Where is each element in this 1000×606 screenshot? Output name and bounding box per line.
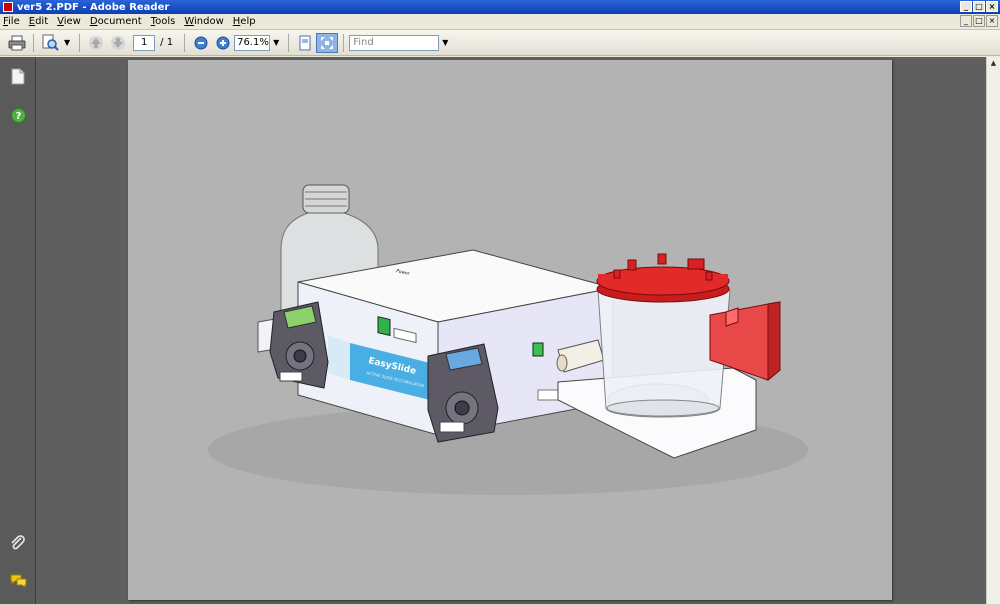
zoom-in-icon: [216, 36, 230, 49]
adobe-reader-icon: [3, 2, 13, 12]
page-number-input[interactable]: 1: [133, 34, 156, 51]
toolbar-separator: [343, 33, 345, 52]
toolbar: ▼ 1 / 1 76.1% ▼ Find ▼: [0, 30, 1000, 56]
title-bar: ver5 2.PDF - Adobe Reader _ □ ×: [0, 0, 1000, 14]
find-input[interactable]: Find: [349, 34, 440, 51]
right-peristaltic-pump: [427, 343, 499, 443]
menu-window[interactable]: Window: [184, 16, 223, 27]
search-document-icon: [42, 34, 59, 51]
vertical-scrollbar[interactable]: ▲: [986, 57, 1000, 604]
navigation-pane: ?: [0, 57, 36, 606]
fit-page-button[interactable]: [294, 33, 316, 53]
zoom-level-input[interactable]: 76.1%: [234, 34, 271, 51]
doc-close-button[interactable]: ×: [986, 15, 998, 27]
pages-icon: [11, 68, 25, 84]
fit-page-icon: [299, 35, 311, 50]
left-peristaltic-pump: [269, 301, 329, 389]
doc-minimize-button[interactable]: _: [960, 15, 972, 27]
window-title: ver5 2.PDF - Adobe Reader: [17, 1, 170, 13]
menu-file[interactable]: File: [3, 16, 20, 27]
scroll-up-arrow[interactable]: ▲: [987, 57, 1000, 70]
toolbar-separator: [33, 33, 34, 52]
menu-edit[interactable]: Edit: [29, 16, 48, 27]
minimize-button[interactable]: _: [960, 1, 972, 12]
comments-icon: [10, 574, 26, 588]
search-dropdown-arrow[interactable]: ▼: [64, 38, 70, 47]
pages-panel-button[interactable]: [9, 67, 27, 85]
device-illustration: EasySlide ACTIVE SLIDE ACCUMULATOR Power: [208, 184, 808, 495]
page-count-label: / 1: [160, 37, 174, 48]
comments-panel-button[interactable]: [9, 572, 27, 590]
expand-icon: [321, 36, 334, 49]
menu-help[interactable]: Help: [233, 16, 256, 27]
printer-icon: [8, 35, 26, 50]
toolbar-separator: [79, 33, 81, 52]
zoom-out-button[interactable]: [190, 33, 212, 53]
red-lid: [596, 253, 730, 303]
maximize-button[interactable]: □: [973, 1, 985, 12]
paperclip-icon: [11, 535, 25, 550]
menu-bar: File Edit View Document Tools Window Hel…: [0, 14, 1000, 30]
attachments-panel-button[interactable]: [9, 534, 27, 552]
help-panel-button[interactable]: ?: [9, 106, 27, 124]
zoom-out-icon: [194, 36, 208, 49]
document-area[interactable]: EasySlide ACTIVE SLIDE ACCUMULATOR Power: [36, 57, 986, 604]
doc-restore-button[interactable]: □: [973, 15, 985, 27]
svg-text:?: ?: [15, 111, 21, 122]
next-page-button[interactable]: [107, 33, 129, 53]
close-button[interactable]: ×: [986, 1, 998, 12]
find-dropdown-arrow[interactable]: ▼: [442, 38, 448, 47]
toolbar-separator: [184, 33, 186, 52]
toolbar-separator: [288, 33, 290, 52]
zoom-in-button[interactable]: [212, 33, 234, 53]
zoom-dropdown-arrow[interactable]: ▼: [273, 38, 279, 47]
help-icon: ?: [10, 107, 26, 123]
menu-tools[interactable]: Tools: [151, 16, 176, 27]
menu-view[interactable]: View: [57, 16, 81, 27]
arrow-down-icon: [111, 35, 126, 50]
arrow-up-icon: [89, 35, 104, 50]
menu-document[interactable]: Document: [90, 16, 142, 27]
previous-page-button[interactable]: [85, 33, 107, 53]
full-screen-button[interactable]: [316, 32, 339, 53]
search-button[interactable]: [39, 33, 61, 53]
print-button[interactable]: [6, 33, 28, 53]
pdf-page: EasySlide ACTIVE SLIDE ACCUMULATOR Power: [128, 60, 892, 600]
